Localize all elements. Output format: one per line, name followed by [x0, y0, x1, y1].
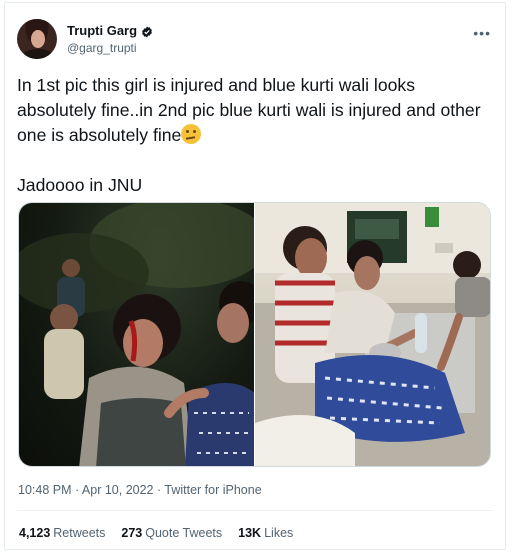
tweet-media [18, 202, 491, 467]
tweet-stats: 4,123 Retweets 273 Quote Tweets 13K Likes [19, 526, 309, 540]
tweet-text-line1: In 1st pic this girl is injured and blue… [17, 75, 486, 145]
tweet-timestamp[interactable]: 10:48 PM · Apr 10, 2022 · Twitter for iP… [18, 483, 262, 497]
divider [17, 510, 493, 511]
likes-stat[interactable]: 13K Likes [238, 526, 293, 540]
author-display-name[interactable]: Trupti Garg [67, 23, 137, 38]
media-photo-1[interactable] [19, 203, 254, 466]
retweets-count: 4,123 [19, 526, 51, 540]
tweet-card: Trupti Garg @garg_trupti ••• In 1st pic … [4, 2, 506, 550]
quotes-label: Quote Tweets [145, 526, 223, 540]
thinking-face-icon [181, 124, 202, 144]
likes-count: 13K [238, 526, 262, 540]
likes-label: Likes [264, 526, 294, 540]
retweets-stat[interactable]: 4,123 Retweets [19, 526, 105, 540]
retweets-label: Retweets [53, 526, 106, 540]
quotes-count: 273 [121, 526, 143, 540]
author-names: Trupti Garg @garg_trupti [67, 23, 153, 55]
more-options-icon[interactable]: ••• [473, 25, 491, 41]
tweet-text: In 1st pic this girl is injured and blue… [17, 73, 497, 198]
verified-icon [141, 25, 153, 37]
tweet-text-line2: Jadoooo in JNU [17, 175, 143, 195]
tweet-header: Trupti Garg @garg_trupti [17, 19, 153, 59]
author-handle[interactable]: @garg_trupti [67, 41, 153, 55]
avatar[interactable] [17, 19, 57, 59]
quote-tweets-stat[interactable]: 273 Quote Tweets [121, 526, 222, 540]
media-photo-2[interactable] [255, 203, 490, 466]
